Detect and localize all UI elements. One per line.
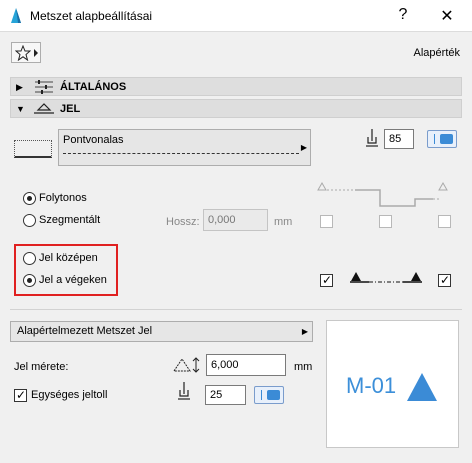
marker-pen-input[interactable] xyxy=(205,385,246,405)
caret-right-icon: ▶ xyxy=(300,143,307,152)
marker-size-unit: mm xyxy=(294,361,313,373)
marker-type-selector[interactable]: Alapértelmezett Metszet Jel ▶ xyxy=(10,321,313,342)
app-logo-icon xyxy=(11,8,21,23)
section-marker-label: JEL xyxy=(60,103,81,115)
pen-icon xyxy=(178,382,190,400)
uniform-pen-checkbox[interactable] xyxy=(14,388,27,402)
radio-segmented-label: Szegmentált xyxy=(39,214,101,226)
divider xyxy=(10,309,462,310)
linetype-name: Pontvonalas xyxy=(63,134,124,146)
marker-ends-diagram-icon xyxy=(350,272,422,283)
star-icon xyxy=(15,45,31,61)
favorites-button[interactable] xyxy=(11,42,41,63)
help-button[interactable]: ? xyxy=(393,6,413,24)
title-bar: Metszet alapbeállításai ? ✕ xyxy=(0,0,472,32)
line-preview-icon xyxy=(14,140,52,158)
radio-continuous[interactable] xyxy=(23,192,36,205)
pen-color-swatch xyxy=(267,390,280,400)
close-button[interactable]: ✕ xyxy=(437,6,457,26)
marker-type-name: Alapértelmezett Metszet Jel xyxy=(17,325,153,337)
section-marker-header[interactable]: ▼ JEL xyxy=(10,99,462,118)
marker-size-label: Jel mérete: xyxy=(14,361,69,373)
section-general-header[interactable]: ▶ ÁLTALÁNOS xyxy=(10,77,462,96)
uniform-pen-label: Egységes jeltoll xyxy=(31,389,108,401)
section-general-label: ÁLTALÁNOS xyxy=(60,81,127,93)
pen-icon xyxy=(366,129,378,147)
pen-tick xyxy=(434,134,435,144)
marker-start-checkbox[interactable] xyxy=(320,273,333,287)
segment-middle-checkbox[interactable] xyxy=(379,215,392,228)
segment-end-checkbox[interactable] xyxy=(438,215,451,228)
length-input[interactable] xyxy=(203,209,268,231)
radio-marker-ends[interactable] xyxy=(23,274,36,287)
marker-preview-text: M-01 xyxy=(346,373,397,398)
marker-pen-color-button[interactable] xyxy=(254,386,284,404)
length-label: Hossz: xyxy=(166,216,200,228)
line-pen-color-button[interactable] xyxy=(427,130,457,148)
pen-color-swatch xyxy=(440,134,453,144)
preset-label: Alapérték xyxy=(413,47,460,59)
marker-triangle-icon xyxy=(407,373,437,401)
radio-marker-middle[interactable] xyxy=(23,252,36,265)
segment-start-checkbox[interactable] xyxy=(320,215,333,228)
linetype-selector[interactable]: Pontvonalas ▶ xyxy=(58,129,311,166)
section-marker-icon xyxy=(34,103,54,114)
caret-right-icon: ▶ xyxy=(301,327,308,336)
linetype-sample xyxy=(63,153,299,154)
general-settings-icon xyxy=(35,80,53,94)
radio-continuous-label: Folytonos xyxy=(39,192,87,204)
segment-diagram-icon xyxy=(317,181,448,207)
expand-arrow-icon: ▶ xyxy=(16,82,23,92)
line-pen-input[interactable] xyxy=(384,129,414,149)
marker-preview-panel: M-01 xyxy=(326,320,459,448)
window-title: Metszet alapbeállításai xyxy=(30,9,153,23)
radio-marker-ends-label: Jel a végeken xyxy=(39,274,107,286)
caret-right-icon xyxy=(34,49,38,57)
marker-size-icon xyxy=(173,357,200,373)
marker-size-input[interactable] xyxy=(206,354,286,376)
radio-segmented[interactable] xyxy=(23,214,36,227)
marker-end-checkbox[interactable] xyxy=(438,273,451,287)
collapse-arrow-icon: ▼ xyxy=(16,104,25,114)
pen-tick xyxy=(261,390,262,400)
radio-marker-middle-label: Jel középen xyxy=(39,252,98,264)
length-unit: mm xyxy=(274,216,293,228)
